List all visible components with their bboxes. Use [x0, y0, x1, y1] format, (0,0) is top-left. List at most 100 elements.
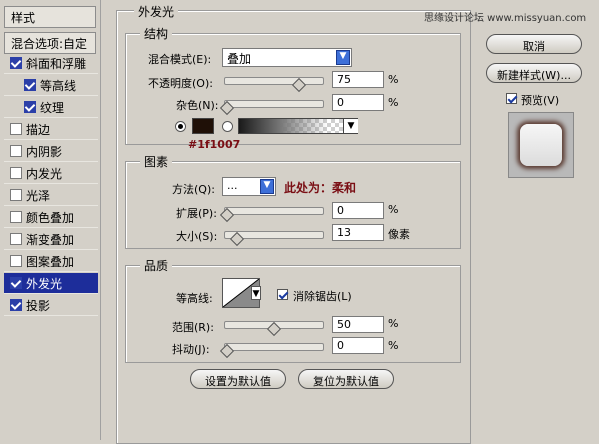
watermark-text: 思缘设计论坛 www.missyuan.com [424, 13, 587, 24]
gradient-radio[interactable] [222, 121, 233, 132]
blending-options-item[interactable]: 混合选项:自定 [4, 32, 96, 54]
preview-checkbox[interactable] [506, 93, 517, 104]
glow-color-swatch[interactable] [192, 118, 214, 134]
cancel-button[interactable]: 取消 [486, 34, 582, 54]
reset-default-label: 复位为默认值 [313, 375, 379, 388]
noise-value: 0 [337, 96, 344, 109]
sidebar-item[interactable]: 图案叠加 [4, 251, 98, 272]
blend-mode-value: 叠加 [227, 52, 252, 66]
jitter-percent: % [388, 339, 399, 352]
sidebar-item-label: 内阴影 [26, 145, 63, 159]
elements-title: 图素 [140, 153, 173, 170]
sidebar-item-label: 光泽 [26, 189, 51, 203]
new-style-label: 新建样式(W)... [497, 69, 571, 82]
sidebar-item-label: 描边 [26, 123, 51, 137]
sidebar-item-label: 渐变叠加 [26, 233, 75, 247]
sidebar-item-checkbox[interactable] [10, 189, 22, 201]
sidebar-item-checkbox[interactable] [10, 167, 22, 179]
noise-percent: % [388, 96, 399, 109]
jitter-field[interactable]: 0 [332, 337, 384, 354]
sidebar-item[interactable]: 内阴影 [4, 141, 98, 162]
chevron-down-icon[interactable]: ▼ [343, 119, 358, 133]
sidebar-item-checkbox[interactable] [10, 57, 22, 69]
sidebar-item[interactable]: 渐变叠加 [4, 229, 98, 250]
spread-field[interactable]: 0 [332, 202, 384, 219]
preview-shape [520, 124, 562, 166]
sidebar-item[interactable]: 内发光 [4, 163, 98, 184]
sidebar-item-checkbox[interactable] [24, 101, 36, 113]
sidebar-item-label: 外发光 [26, 277, 63, 291]
method-select[interactable]: ... ▼ [222, 177, 276, 196]
jitter-slider[interactable] [224, 343, 324, 351]
spread-label: 扩展(P): [176, 207, 217, 220]
gradient-swatch[interactable] [238, 118, 358, 134]
sidebar-item-checkbox[interactable] [10, 211, 22, 223]
size-value: 13 [337, 226, 351, 239]
method-value: ... [227, 179, 238, 192]
sidebar-item-label: 等高线 [40, 79, 77, 93]
sidebar-item[interactable]: 等高线 [4, 75, 98, 96]
style-preview-thumbnail [508, 112, 574, 178]
chevron-down-icon[interactable]: ▼ [251, 286, 261, 300]
range-percent: % [388, 317, 399, 330]
size-label: 大小(S): [176, 230, 218, 243]
sidebar-item[interactable]: 外发光 [4, 273, 98, 294]
size-unit: 像素 [388, 228, 410, 241]
preview-label: 预览(V) [521, 94, 560, 107]
sidebar-item[interactable]: 投影 [4, 295, 98, 316]
noise-label: 杂色(N): [176, 99, 219, 112]
size-field[interactable]: 13 [332, 224, 384, 241]
sidebar-item-checkbox[interactable] [10, 277, 22, 289]
sidebar-item[interactable]: 光泽 [4, 185, 98, 206]
sidebar-item-label: 纹理 [40, 101, 65, 115]
contour-label: 等高线: [176, 292, 213, 305]
spread-percent: % [388, 203, 399, 216]
sidebar-item-label: 斜面和浮雕 [26, 57, 87, 71]
blend-mode-select[interactable]: 叠加 ▼ [222, 48, 352, 67]
sidebar-item-label: 图案叠加 [26, 255, 75, 269]
quality-title: 品质 [140, 257, 173, 274]
opacity-percent: % [388, 73, 399, 86]
sidebar-item-checkbox[interactable] [24, 79, 36, 91]
styles-header[interactable]: 样式 [4, 6, 96, 28]
noise-slider[interactable] [224, 100, 324, 108]
range-field[interactable]: 50 [332, 316, 384, 333]
noise-field[interactable]: 0 [332, 94, 384, 111]
spread-slider[interactable] [224, 207, 324, 215]
sidebar-item-label: 颜色叠加 [26, 211, 75, 225]
method-annotation: 此处为：柔和 [284, 181, 357, 195]
sidebar-item-checkbox[interactable] [10, 255, 22, 267]
jitter-value: 0 [337, 339, 344, 352]
chevron-down-icon[interactable]: ▼ [260, 179, 274, 194]
antialias-label: 消除锯齿(L) [293, 290, 352, 303]
structure-title: 结构 [140, 25, 173, 42]
styles-list-panel: 样式 混合选项:自定 斜面和浮雕等高线纹理描边内阴影内发光光泽颜色叠加渐变叠加图… [0, 0, 101, 440]
sidebar-item-checkbox[interactable] [10, 233, 22, 245]
chevron-down-icon[interactable]: ▼ [336, 50, 350, 65]
new-style-button[interactable]: 新建样式(W)... [486, 63, 582, 83]
color-annotation: #1f1007 [188, 138, 241, 151]
sidebar-item[interactable]: 颜色叠加 [4, 207, 98, 228]
sidebar-item-label: 投影 [26, 299, 51, 313]
method-label: 方法(Q): [172, 183, 215, 196]
solid-color-radio[interactable] [175, 121, 186, 132]
range-label: 范围(R): [172, 321, 214, 334]
sidebar-item-checkbox[interactable] [10, 299, 22, 311]
range-value: 50 [337, 318, 351, 331]
sidebar-item[interactable]: 斜面和浮雕 [4, 53, 98, 74]
outer-glow-title: 外发光 [134, 3, 179, 20]
opacity-slider[interactable] [224, 77, 324, 85]
opacity-value: 75 [337, 73, 351, 86]
reset-default-button[interactable]: 复位为默认值 [298, 369, 394, 389]
sidebar-item-checkbox[interactable] [10, 123, 22, 135]
antialias-checkbox[interactable] [277, 289, 288, 300]
sidebar-item[interactable]: 描边 [4, 119, 98, 140]
cancel-label: 取消 [523, 40, 545, 53]
sidebar-item[interactable]: 纹理 [4, 97, 98, 118]
jitter-label: 抖动(J): [172, 343, 210, 356]
opacity-field[interactable]: 75 [332, 71, 384, 88]
sidebar-item-checkbox[interactable] [10, 145, 22, 157]
make-default-label: 设置为默认值 [205, 375, 271, 388]
make-default-button[interactable]: 设置为默认值 [190, 369, 286, 389]
spread-value: 0 [337, 204, 344, 217]
